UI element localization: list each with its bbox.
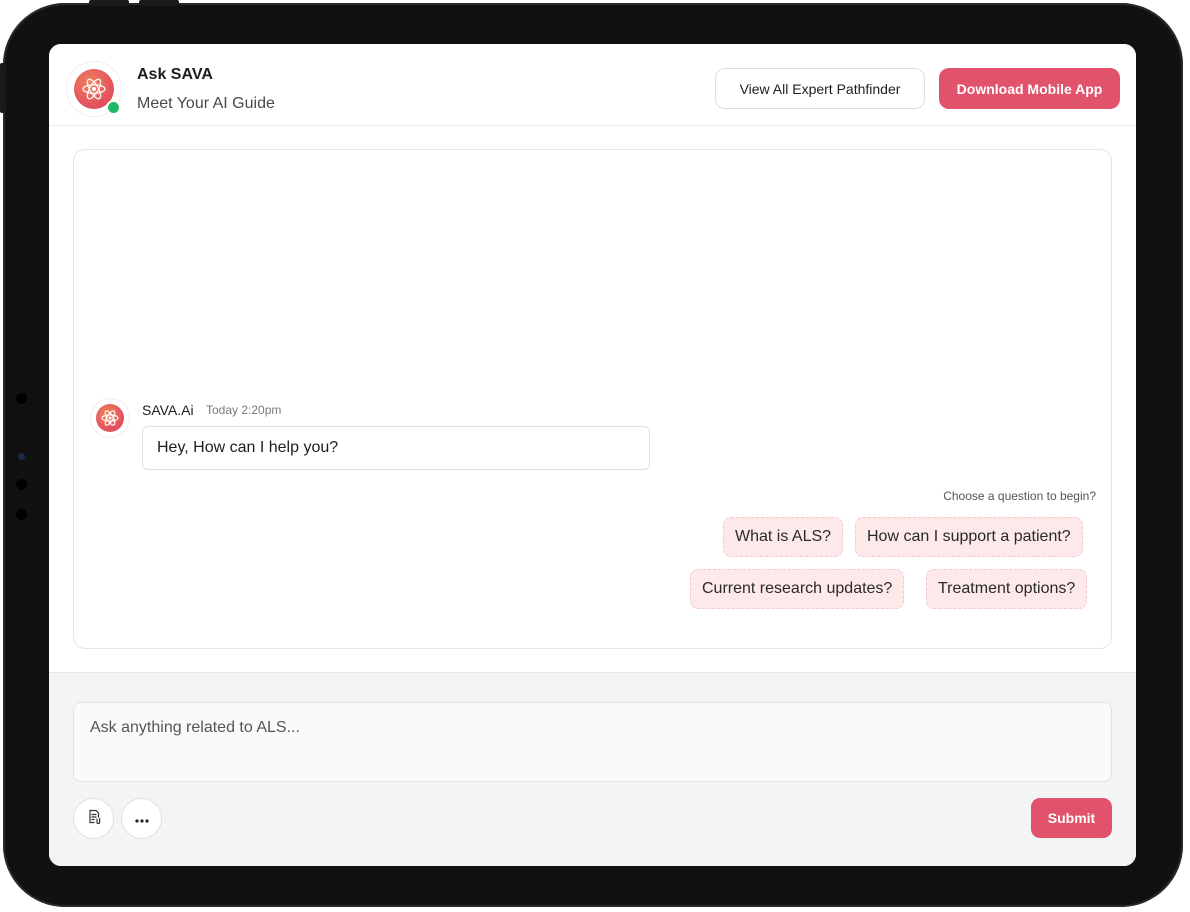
document-attach-icon bbox=[86, 809, 102, 828]
chat-input[interactable] bbox=[73, 702, 1112, 782]
chat-panel: SAVA.Ai Today 2:20pm Hey, How can I help… bbox=[73, 149, 1112, 649]
submit-button[interactable]: Submit bbox=[1031, 798, 1112, 838]
camera-dot bbox=[16, 479, 27, 490]
attach-button[interactable] bbox=[73, 798, 114, 839]
atom-icon bbox=[96, 404, 124, 432]
page-subtitle: Meet Your AI Guide bbox=[137, 95, 275, 112]
app-screen: Ask SAVA Meet Your AI Guide View All Exp… bbox=[49, 44, 1136, 866]
more-horizontal-icon bbox=[134, 811, 149, 826]
composer-area: Submit bbox=[49, 672, 1136, 866]
camera-dot bbox=[16, 393, 27, 404]
message-sender: SAVA.Ai bbox=[142, 402, 194, 418]
download-app-button[interactable]: Download Mobile App bbox=[939, 68, 1120, 109]
page-title: Ask SAVA bbox=[137, 66, 213, 83]
message-bubble: Hey, How can I help you? bbox=[142, 426, 650, 470]
online-status-dot bbox=[106, 100, 121, 115]
app-header: Ask SAVA Meet Your AI Guide View All Exp… bbox=[49, 44, 1136, 126]
prompt-hint: Choose a question to begin? bbox=[943, 489, 1096, 503]
message-text: Hey, How can I help you? bbox=[157, 439, 339, 456]
camera-dot bbox=[16, 509, 27, 520]
more-options-button[interactable] bbox=[121, 798, 162, 839]
power-button bbox=[0, 63, 6, 113]
suggestion-chip[interactable]: What is ALS? bbox=[723, 517, 844, 557]
volume-button bbox=[89, 0, 129, 6]
message-timestamp: Today 2:20pm bbox=[206, 403, 282, 417]
volume-button bbox=[139, 0, 179, 6]
view-all-pathfinder-button[interactable]: View All Expert Pathfinder bbox=[715, 68, 925, 109]
camera-lens bbox=[18, 453, 25, 460]
suggestion-chip[interactable]: Current research updates? bbox=[690, 569, 905, 609]
avatar bbox=[90, 398, 130, 438]
suggestion-chip[interactable]: Treatment options? bbox=[926, 569, 1088, 609]
suggestion-chip[interactable]: How can I support a patient? bbox=[855, 517, 1083, 557]
